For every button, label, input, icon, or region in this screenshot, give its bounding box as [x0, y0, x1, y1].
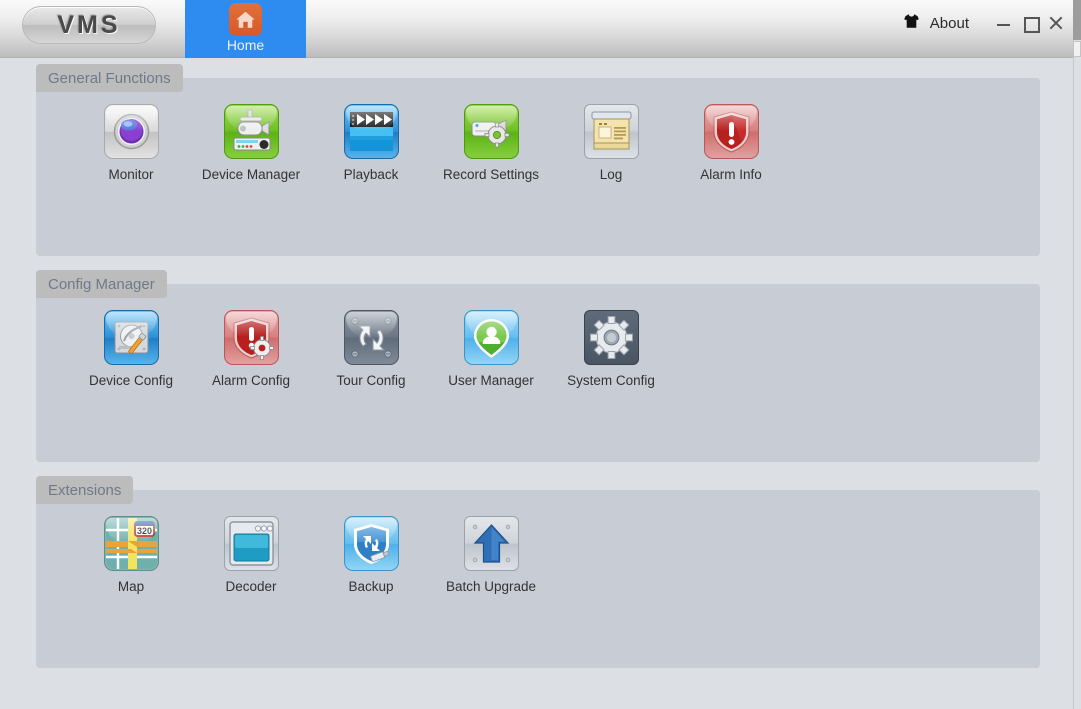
app-item-decoder[interactable]: Decoder	[191, 516, 311, 595]
panel-header-general-functions: General Functions	[36, 64, 183, 92]
clapperboard-icon	[344, 104, 399, 159]
vms-home-window: VMS Home About	[0, 0, 1081, 709]
app-item-log[interactable]: Log	[551, 104, 671, 183]
map-badge-text: 320	[136, 526, 151, 536]
about-label: About	[930, 15, 969, 32]
app-item-label: Batch Upgrade	[431, 579, 551, 595]
app-item-label: Device Config	[71, 373, 191, 389]
app-item-label: Alarm Info	[671, 167, 791, 183]
app-item-label: Decoder	[191, 579, 311, 595]
app-item-map[interactable]: 320 Map	[71, 516, 191, 595]
app-item-device-manager[interactable]: Device Manager	[191, 104, 311, 183]
app-item-tour-config[interactable]: Tour Config	[311, 310, 431, 389]
app-item-device-config[interactable]: Device Config	[71, 310, 191, 389]
panel-title: General Functions	[48, 70, 171, 87]
shirt-icon	[902, 12, 921, 35]
title-bar: VMS Home About	[0, 0, 1073, 58]
close-icon[interactable]	[1047, 14, 1065, 32]
camera-gear-icon	[464, 104, 519, 159]
app-item-playback[interactable]: Playback	[311, 104, 431, 183]
app-item-alarm-config[interactable]: Alarm Config	[191, 310, 311, 389]
app-item-label: Map	[71, 579, 191, 595]
app-item-batch-upgrade[interactable]: Batch Upgrade	[431, 516, 551, 595]
app-item-label: Log	[551, 167, 671, 183]
panel-title: Config Manager	[48, 276, 155, 293]
app-item-system-config[interactable]: System Config	[551, 310, 671, 389]
app-item-monitor[interactable]: Monitor	[71, 104, 191, 183]
app-item-label: Device Manager	[191, 167, 311, 183]
app-item-label: System Config	[551, 373, 671, 389]
app-item-label: Record Settings	[431, 167, 551, 183]
app-item-label: Backup	[311, 579, 431, 595]
gear-icon	[584, 310, 639, 365]
panel-title: Extensions	[48, 482, 121, 499]
home-icon	[229, 3, 262, 36]
about-button[interactable]: About	[902, 12, 969, 35]
panel-general-functions: General Functions Monitor	[36, 78, 1040, 256]
app-item-label: Alarm Config	[191, 373, 311, 389]
app-item-user-manager[interactable]: User Manager	[431, 310, 551, 389]
app-logo: VMS	[22, 6, 156, 44]
scrollbar-thumb[interactable]	[1073, 41, 1081, 57]
hard-drive-wrench-icon	[104, 310, 159, 365]
minimize-icon[interactable]	[995, 14, 1013, 32]
camera-lens-icon	[104, 104, 159, 159]
window-controls	[995, 14, 1065, 32]
window-screen-icon	[224, 516, 279, 571]
shield-gear-icon	[224, 310, 279, 365]
app-item-alarm-info[interactable]: Alarm Info	[671, 104, 791, 183]
app-item-label: Playback	[311, 167, 431, 183]
panel-header-config-manager: Config Manager	[36, 270, 167, 298]
app-item-backup[interactable]: Backup	[311, 516, 431, 595]
app-item-label: User Manager	[431, 373, 551, 389]
road-map-icon: 320	[104, 516, 159, 571]
document-stack-icon	[584, 104, 639, 159]
app-item-label: Monitor	[71, 167, 191, 183]
panel-header-extensions: Extensions	[36, 476, 133, 504]
vertical-scrollbar[interactable]	[1073, 40, 1081, 709]
app-item-record-settings[interactable]: Record Settings	[431, 104, 551, 183]
maximize-icon[interactable]	[1021, 14, 1039, 32]
user-pin-icon	[464, 310, 519, 365]
refresh-cycle-icon	[344, 310, 399, 365]
tab-home[interactable]: Home	[185, 0, 306, 58]
panel-extensions: Extensions	[36, 490, 1040, 668]
up-arrow-icon	[464, 516, 519, 571]
shield-sync-icon	[344, 516, 399, 571]
app-item-label: Tour Config	[311, 373, 431, 389]
video-camera-icon	[224, 104, 279, 159]
panel-config-manager: Config Manager	[36, 284, 1040, 462]
app-logo-text: VMS	[57, 11, 120, 40]
shield-exclamation-icon	[704, 104, 759, 159]
tab-home-label: Home	[227, 37, 264, 53]
